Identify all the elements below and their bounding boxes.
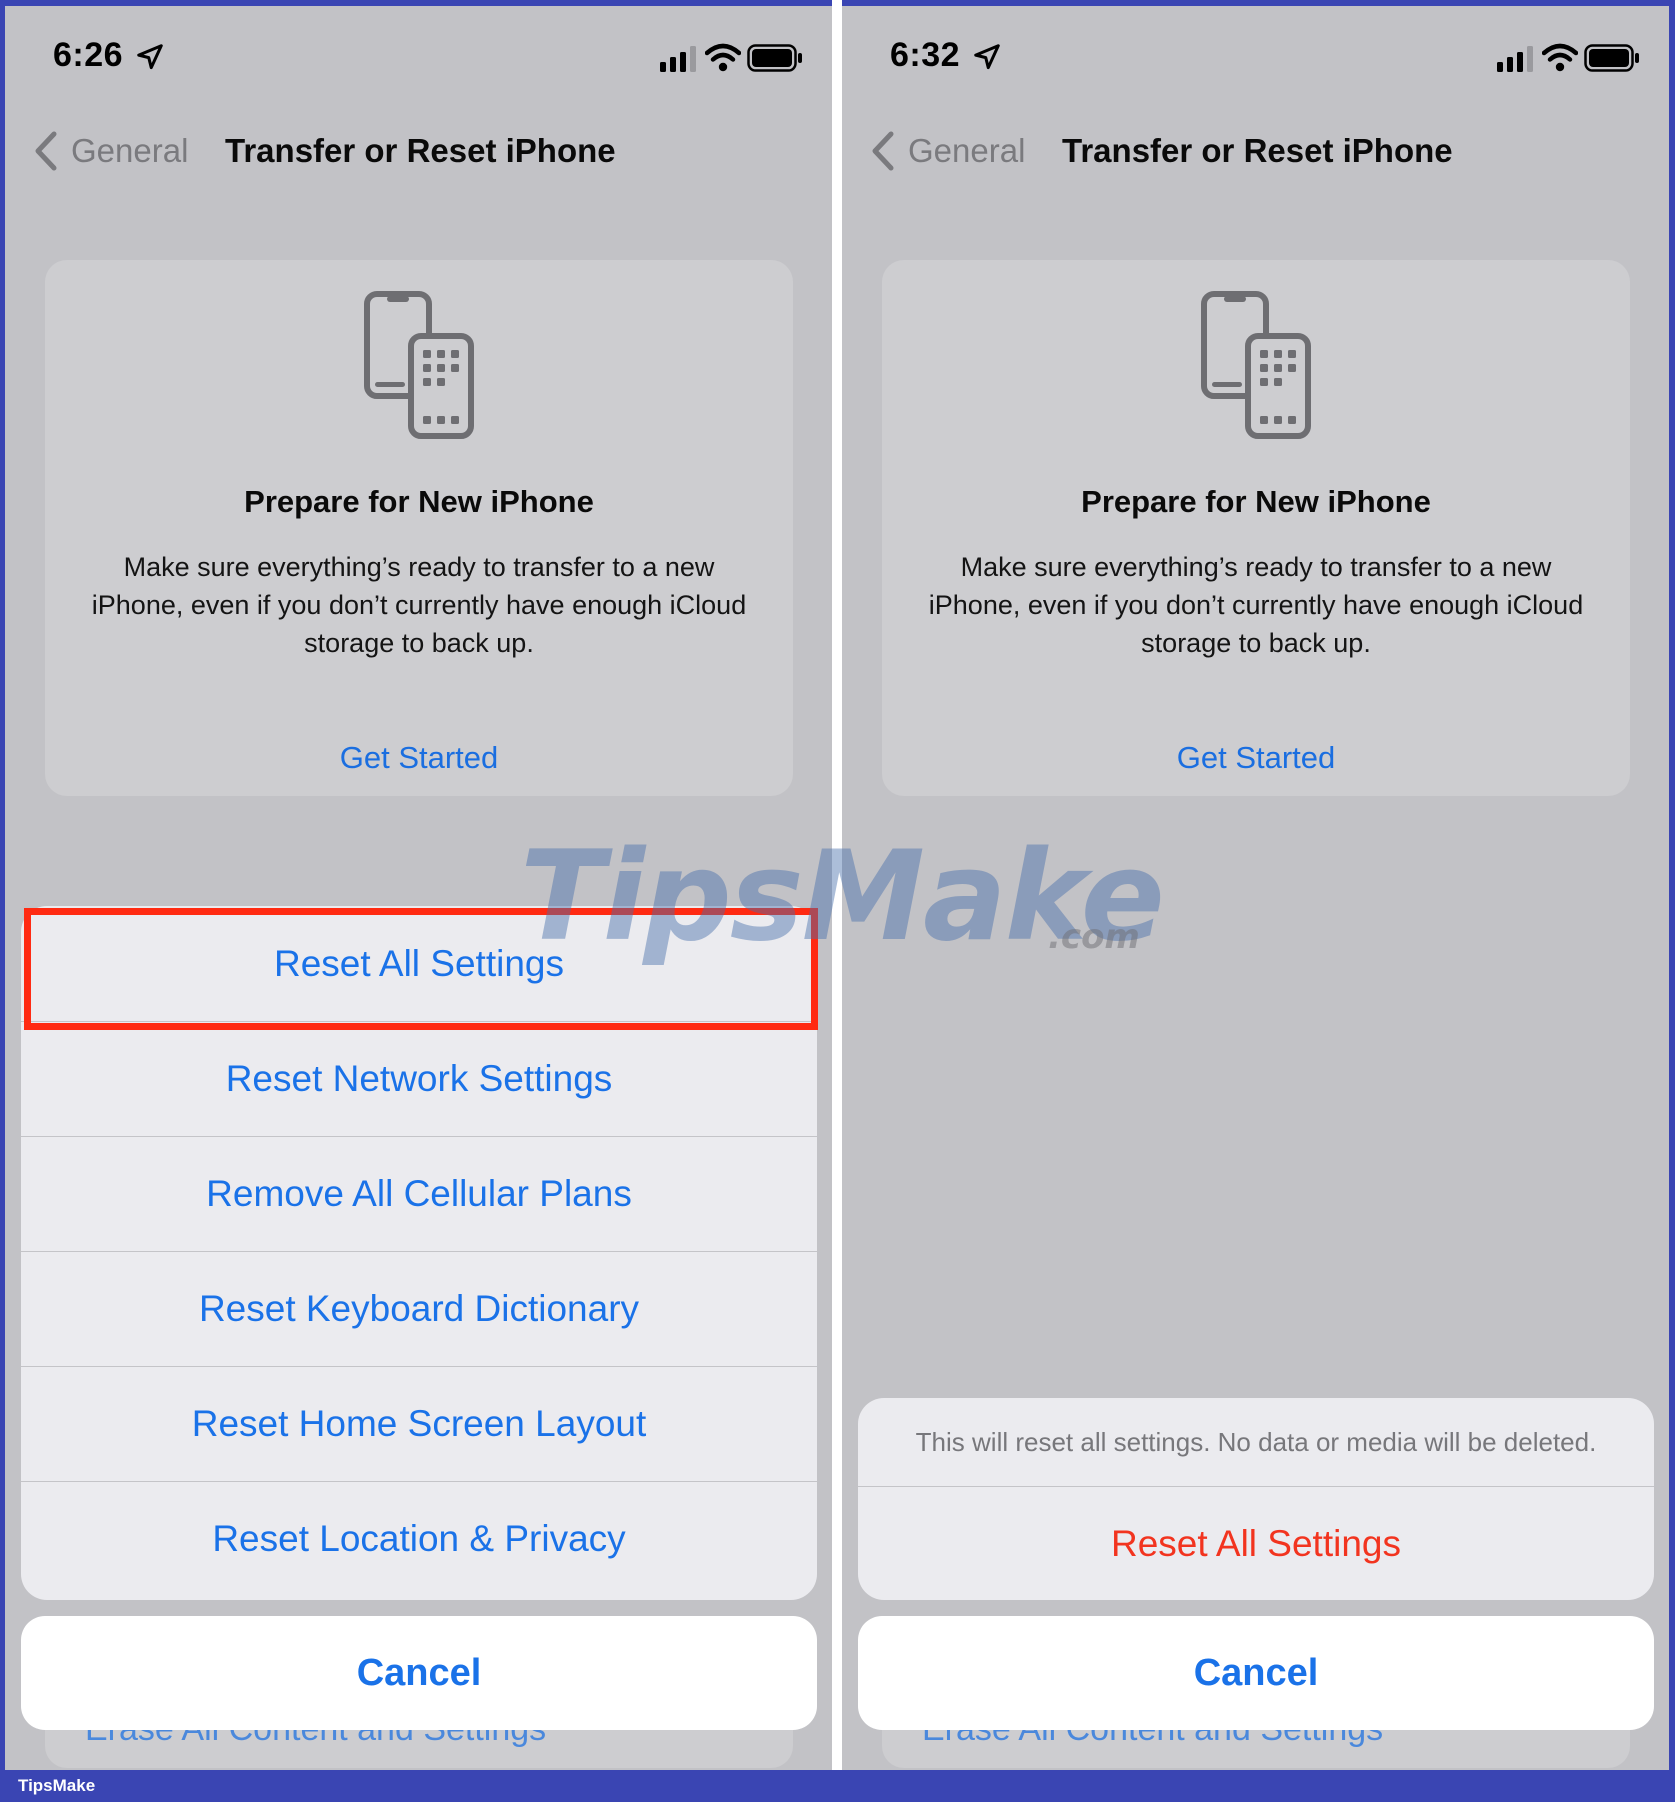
cellular-signal-icon xyxy=(660,46,696,72)
status-bar: 6:32 xyxy=(842,6,1669,106)
battery-icon xyxy=(747,44,802,72)
confirm-reset-all-settings-button[interactable]: Reset All Settings xyxy=(858,1486,1654,1600)
card-description: Make sure everything’s ready to transfer… xyxy=(91,552,747,658)
location-arrow-icon xyxy=(974,44,1000,70)
reset-home-screen-layout-button[interactable]: Reset Home Screen Layout xyxy=(21,1366,817,1481)
reset-location-privacy-button[interactable]: Reset Location & Privacy xyxy=(21,1481,817,1596)
reset-all-settings-button[interactable]: Reset All Settings xyxy=(21,906,817,1021)
wifi-icon xyxy=(705,43,741,72)
wifi-icon xyxy=(1542,43,1578,72)
page-title: Transfer or Reset iPhone xyxy=(1062,132,1453,169)
reset-keyboard-dictionary-button[interactable]: Reset Keyboard Dictionary xyxy=(21,1251,817,1366)
erase-all-label: Erase All Content and Settings xyxy=(922,1728,1384,1748)
battery-icon xyxy=(1584,44,1639,72)
cancel-button[interactable]: Cancel xyxy=(858,1616,1654,1730)
page-title: Transfer or Reset iPhone xyxy=(225,132,616,169)
prepare-card: Prepare for New iPhone Make sure everyth… xyxy=(882,260,1630,796)
prepare-card: Prepare for New iPhone Make sure everyth… xyxy=(45,260,793,796)
card-description: Make sure everything’s ready to transfer… xyxy=(928,552,1584,658)
erase-all-row-behind: Erase All Content and Settings xyxy=(882,1728,1630,1768)
get-started-link[interactable]: Get Started xyxy=(45,740,793,776)
reset-confirm-sheet: This will reset all settings. No data or… xyxy=(858,1398,1654,1600)
reset-action-sheet: Reset All Settings Reset Network Setting… xyxy=(21,906,817,1600)
card-title: Prepare for New iPhone xyxy=(1081,484,1431,519)
erase-all-label: Erase All Content and Settings xyxy=(85,1728,547,1748)
status-time: 6:32 xyxy=(890,36,961,74)
status-time: 6:26 xyxy=(53,36,124,74)
right-screenshot: 6:32 General Transfer or Reset iPhone Pr… xyxy=(842,6,1669,1770)
navigation-bar: General Transfer or Reset iPhone xyxy=(5,110,832,190)
footer-bar: TipsMake xyxy=(0,1770,1675,1802)
navigation-bar: General Transfer or Reset iPhone xyxy=(842,110,1669,190)
back-button[interactable]: General xyxy=(71,132,188,170)
location-arrow-icon xyxy=(137,44,163,70)
alert-message: This will reset all settings. No data or… xyxy=(915,1426,1597,1457)
phones-transfer-icon xyxy=(1201,291,1311,439)
chevron-left-icon[interactable] xyxy=(869,130,897,172)
status-bar: 6:26 xyxy=(5,6,832,106)
left-screenshot: 6:26 General Transfer or Reset iPhone Pr… xyxy=(5,6,832,1770)
back-button[interactable]: General xyxy=(908,132,1025,170)
cancel-button[interactable]: Cancel xyxy=(21,1616,817,1730)
remove-all-cellular-plans-button[interactable]: Remove All Cellular Plans xyxy=(21,1136,817,1251)
get-started-link[interactable]: Get Started xyxy=(882,740,1630,776)
phones-transfer-icon xyxy=(364,291,474,439)
chevron-left-icon[interactable] xyxy=(32,130,60,172)
erase-all-row-behind: Erase All Content and Settings xyxy=(45,1728,793,1768)
cellular-signal-icon xyxy=(1497,46,1533,72)
footer-brand: TipsMake xyxy=(18,1776,96,1795)
card-title: Prepare for New iPhone xyxy=(244,484,594,519)
panel-divider xyxy=(832,0,842,1770)
reset-network-settings-button[interactable]: Reset Network Settings xyxy=(21,1021,817,1136)
